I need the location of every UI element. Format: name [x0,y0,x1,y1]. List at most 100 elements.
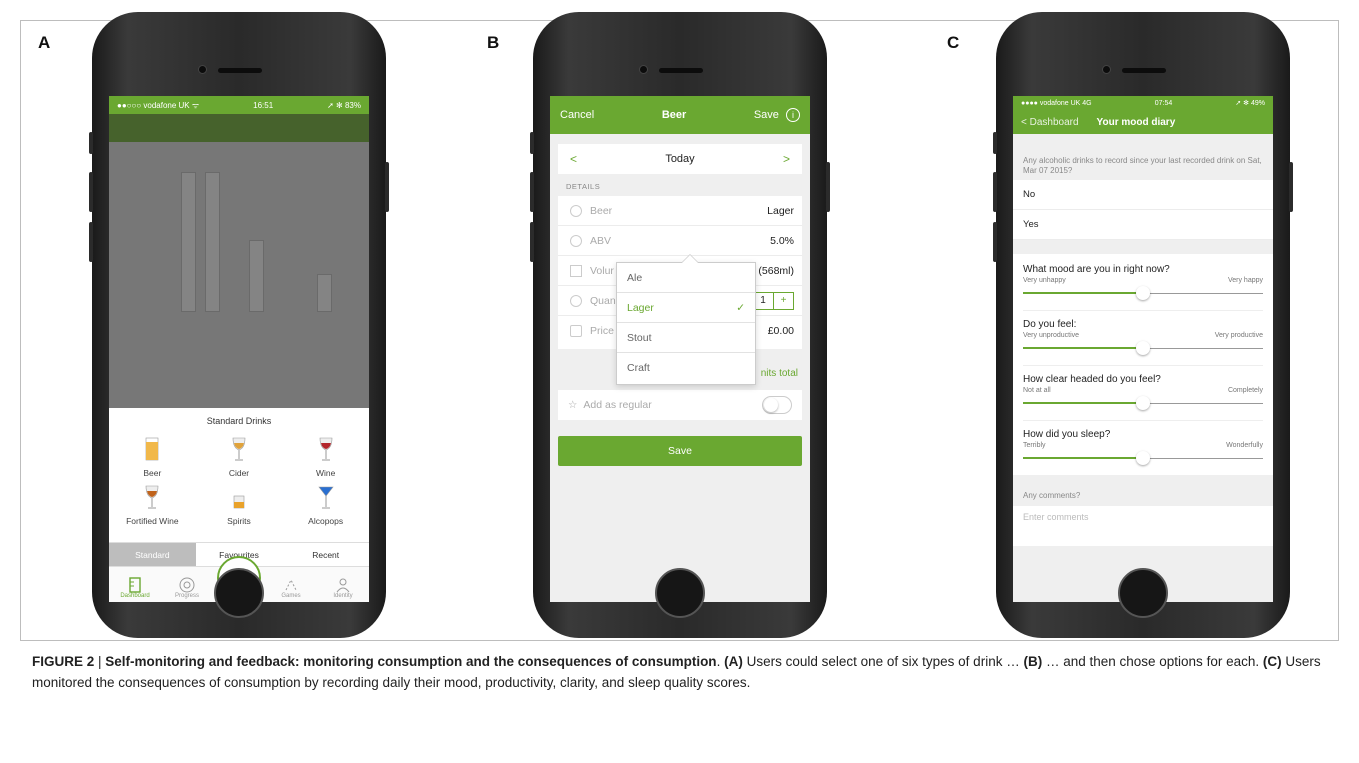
drink-option[interactable]: Wine [282,436,369,478]
save-nav-button[interactable]: Save [754,109,779,121]
stack-icon [570,294,582,307]
row-value: £0.00 [767,325,794,337]
drink-option[interactable]: Spirits [196,484,283,526]
tabbar-progress[interactable]: Progress [161,567,213,602]
glass-icon [570,264,582,277]
drink-label: Fortified Wine [126,516,179,526]
drink-label: Spirits [227,516,251,526]
row-value: Lager [767,204,794,217]
drinks-question: Any alcoholic drinks to record since you… [1023,156,1262,175]
slider-thumb[interactable] [1136,396,1150,410]
beer-type-popover: Ale Lager ✓ Stout Craft [616,254,756,385]
battery-label: ➚ ✻ 83% [327,100,361,110]
home-button[interactable] [214,568,264,618]
drink-label: Wine [315,468,336,478]
details-heading: DETAILS [566,182,601,191]
dim-overlay[interactable] [109,114,369,408]
caption-title: Self-monitoring and feedback: monitoring… [105,654,717,669]
screen-b: Cancel Beer Save i < Today > DETAILS Bee… [550,96,810,602]
comments-label: Any comments? [1023,491,1081,500]
mood-slider: How clear headed do you feel? Not at all C… [1023,365,1263,420]
row-abv[interactable]: ABV 5.0% [558,226,802,256]
slider-thumb[interactable] [1136,341,1150,355]
option-stout[interactable]: Stout [617,323,755,353]
drink-option[interactable]: Cider [196,436,283,478]
slider-thumb[interactable] [1136,451,1150,465]
slider-low-label: Terribly [1023,442,1046,449]
slider-track[interactable] [1023,341,1263,355]
drink-option[interactable]: Beer [109,436,196,478]
mood-slider: How did you sleep? Terribly Wonderfully [1023,420,1263,475]
choice-no[interactable]: No [1013,180,1273,210]
tabbar-dashboard[interactable]: Dashboard [109,567,161,602]
home-button[interactable] [1118,568,1168,618]
popover-arrow [681,254,699,263]
slider-track[interactable] [1023,396,1263,410]
slider-track[interactable] [1023,451,1263,465]
tab-standard[interactable]: Standard [109,543,196,566]
row-label: ABV [590,234,612,247]
chevron-left-icon[interactable]: < [570,152,577,166]
regular-label: Add as regular [583,399,652,411]
wine-glass-icon [319,437,332,461]
slider-question: How clear headed do you feel? [1023,374,1161,385]
fortified-wine-icon [146,485,159,509]
row-label: Volur [590,264,614,277]
row-label: Beer [590,204,613,217]
phone-a: ●●○○○ vodafone UK ᯤ 16:51 ➚ ✻ 83% Standa… [89,12,389,638]
slider-fill [1023,402,1143,404]
nav-title: Your mood diary [1096,116,1176,128]
slider-question: How did you sleep? [1023,429,1111,440]
tab-recent[interactable]: Recent [282,543,369,566]
drink-option[interactable]: Fortified Wine [109,484,196,526]
back-dashboard-button[interactable]: < Dashboard [1021,117,1079,128]
chevron-right-icon[interactable]: > [783,152,790,166]
identity-icon [336,578,350,593]
tabbar-label: Progress [174,593,199,599]
mood-slider: What mood are you in right now? Very unha… [1023,264,1263,310]
tabbar-games[interactable]: Games [265,567,317,602]
mood-sliders: What mood are you in right now? Very unha… [1013,254,1273,475]
panel-label-b: B [487,33,500,52]
option-craft[interactable]: Craft [617,353,755,383]
slider-low-label: Not at all [1023,387,1051,394]
progress-icon [179,577,195,593]
option-ale[interactable]: Ale [617,263,755,293]
phone-b: Cancel Beer Save i < Today > DETAILS Bee… [530,12,830,638]
drink-option[interactable]: Alcopops [282,484,369,526]
option-label: Craft [627,362,650,374]
camera-icon [639,65,648,74]
cider-glass-icon [232,437,246,461]
tabbar-label: Identity [333,593,353,599]
date-selector: < Today > [558,144,802,174]
screen-a: ●●○○○ vodafone UK ᯤ 16:51 ➚ ✻ 83% Standa… [109,96,369,602]
regular-toggle[interactable] [762,396,792,414]
slider-fill [1023,347,1143,349]
save-button[interactable]: Save [558,436,802,466]
phone-c: ●●●● vodafone UK 4G 07:54 ➚ ✻ 49% < Dash… [993,12,1293,638]
slider-thumb[interactable] [1136,286,1150,300]
slider-track[interactable] [1023,286,1263,300]
tabbar-identity[interactable]: Identity [317,567,369,602]
row-beer-type[interactable]: Beer Lager [558,196,802,226]
choice-yes[interactable]: Yes [1013,210,1273,240]
home-button[interactable] [655,568,705,618]
panel-label-a: A [38,33,51,52]
row-value: 5.0% [770,234,794,247]
plus-icon[interactable]: + [773,292,793,309]
slider-question: Do you feel: [1023,319,1077,330]
speaker-grille [218,68,262,73]
caption-b-text: … and then chose options for each. [1042,654,1263,669]
comments-input[interactable]: Enter comments [1013,506,1273,546]
cancel-button[interactable]: Cancel [560,109,594,121]
caption-a-label: (A) [724,654,743,669]
time-label: 07:54 [1154,99,1173,107]
nav-bar: Cancel Beer Save i [550,96,810,134]
quantity-stepper[interactable]: 1 + [752,291,794,310]
option-label: Lager [627,301,654,314]
mood-slider: Do you feel: Very unproductive Very produc… [1023,310,1263,365]
drop-icon [570,204,582,217]
option-lager[interactable]: Lager ✓ [617,293,755,323]
camera-icon [1102,65,1111,74]
info-icon[interactable]: i [785,108,800,122]
